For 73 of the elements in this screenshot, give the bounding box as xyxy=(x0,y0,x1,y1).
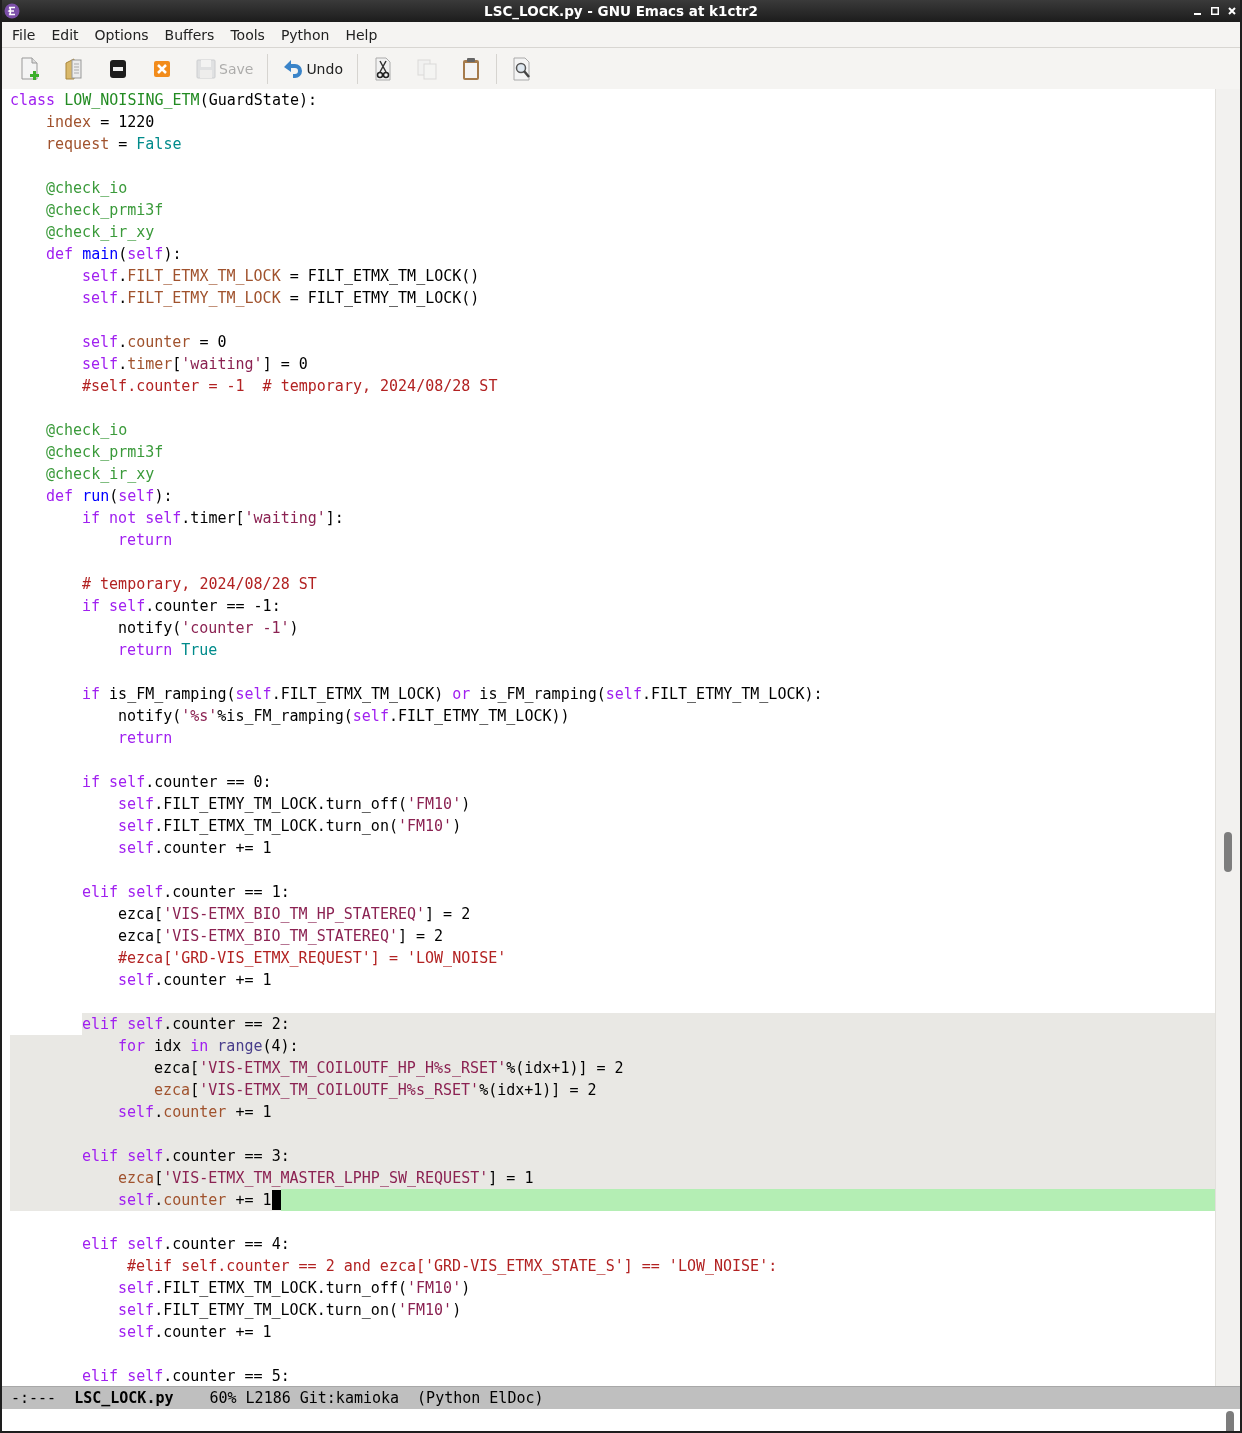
close-button[interactable] xyxy=(1228,7,1236,15)
code-line: if is_FM_ramping(self.FILT_ETMX_TM_LOCK) or is_FM_ramping(self.FILT_ETMY_TM_LOCK): xyxy=(82,684,823,705)
git-branch: Git:kamioka xyxy=(299,1389,400,1407)
code-line: # temporary, 2024/08/28 ST xyxy=(82,574,317,595)
window-title: LSC_LOCK.py - GNU Emacs at k1ctr2 xyxy=(484,3,758,19)
code-line: elif self.counter == 3: xyxy=(82,1146,290,1167)
code-line: ezca['VIS-ETMX_TM_COILOUTF_HP_H%s_RSET'%(idx+1)] = 2 xyxy=(154,1058,624,1079)
code-line: for idx in range(4): xyxy=(118,1036,299,1057)
code-line: @check_prmi3f xyxy=(46,200,164,221)
code-line: def run(self): xyxy=(46,486,173,507)
code-line: return xyxy=(118,530,173,551)
code-line: notify('%s'%is_FM_ramping(self.FILT_ETMY_TM_LOCK)) xyxy=(118,706,570,727)
code-line: elif self.counter == 2: xyxy=(82,1014,290,1035)
code-line: if not self.timer['waiting']: xyxy=(82,508,344,529)
scrollbar[interactable] xyxy=(1215,89,1240,1386)
code-line: @check_ir_xy xyxy=(46,464,155,485)
line-number: L2186 xyxy=(245,1389,291,1407)
menu-item[interactable]: Tools xyxy=(222,26,273,43)
code-line: ezca['VIS-ETMX_BIO_TM_STATEREQ'] = 2 xyxy=(118,926,444,947)
maximize-button[interactable] xyxy=(1211,7,1219,15)
code-line: self.timer['waiting'] = 0 xyxy=(82,354,308,375)
code-line: elif self.counter == 4: xyxy=(82,1234,290,1255)
menu-item[interactable]: Python xyxy=(272,26,338,43)
menu-item[interactable]: Options xyxy=(86,26,157,43)
emacs-logo-icon xyxy=(4,3,20,19)
scrollbar-thumb[interactable] xyxy=(1224,832,1232,872)
code-line: return xyxy=(118,728,173,749)
code-line: @check_io xyxy=(46,178,128,199)
code-line: @check_ir_xy xyxy=(46,222,155,243)
code-line: self.FILT_ETMX_TM_LOCK = FILT_ETMX_TM_LOCK() xyxy=(82,266,480,287)
code-line: #elif self.counter == 2 and ezca['GRD-VIS_ETMX_STATE_S'] == 'LOW_NOISE': xyxy=(127,1256,778,1277)
code-line: self.FILT_ETMY_TM_LOCK.turn_on('FM10') xyxy=(118,1300,462,1321)
code-line: self.counter += 1 xyxy=(118,1322,272,1343)
buffer-status: -:--- xyxy=(11,1389,57,1407)
code-line: self.FILT_ETMY_TM_LOCK = FILT_ETMY_TM_LOCK() xyxy=(82,288,480,309)
code-line: self.FILT_ETMY_TM_LOCK.turn_off('FM10') xyxy=(118,794,471,815)
code-line: ezca['VIS-ETMX_TM_COILOUTF_H%s_RSET'%(idx+1)] = 2 xyxy=(154,1080,597,1101)
code-line: self.FILT_ETMX_TM_LOCK.turn_on('FM10') xyxy=(118,816,462,837)
scroll-position: 60% xyxy=(209,1389,237,1407)
major-mode: (Python ElDoc) xyxy=(417,1389,544,1407)
code-line: ezca['VIS-ETMX_TM_MASTER_LPHP_SW_REQUEST'] = 1 xyxy=(118,1168,534,1189)
menu-item[interactable]: Help xyxy=(337,26,386,43)
search-icon xyxy=(510,56,533,81)
code-line: return True xyxy=(118,640,218,661)
save-icon xyxy=(195,56,217,81)
menu-item[interactable]: Edit xyxy=(43,26,87,43)
code-line: index = 1220 xyxy=(46,112,155,133)
code-line: @check_prmi3f xyxy=(46,442,164,463)
code-line: self.counter += 1 xyxy=(118,1190,272,1211)
code-line: elif self.counter == 1: xyxy=(82,882,290,903)
toolbar-button[interactable]: Undo xyxy=(271,51,354,86)
menu-item[interactable]: Buffers xyxy=(156,26,223,43)
code-line: self.counter += 1 xyxy=(118,970,272,991)
new-file-icon xyxy=(19,56,41,81)
code-line: @check_io xyxy=(46,420,128,441)
folder-icon xyxy=(63,56,85,81)
code-line: #ezca['GRD-VIS_ETMX_REQUEST'] = 'LOW_NOISE' xyxy=(118,948,507,969)
code-line: if self.counter == 0: xyxy=(82,772,272,793)
scrollbar[interactable] xyxy=(1226,1411,1234,1431)
code-line: notify('counter -1') xyxy=(118,618,299,639)
code-line: request = False xyxy=(46,134,182,155)
code-line: #self.counter = -1 # temporary, 2024/08/28 ST xyxy=(82,376,498,397)
code-line: elif self.counter == 5: xyxy=(82,1366,290,1386)
code-line: def main(self): xyxy=(46,244,182,265)
code-line: self.counter += 1 xyxy=(118,838,272,859)
buffer-name: LSC_LOCK.py xyxy=(74,1389,174,1407)
code-line: self.FILT_ETMX_TM_LOCK.turn_off('FM10') xyxy=(118,1278,471,1299)
code-line: self.counter = 0 xyxy=(82,332,227,353)
code-line: ezca['VIS-ETMX_BIO_TM_HP_STATEREQ'] = 2 xyxy=(118,904,471,925)
menu-item[interactable]: File xyxy=(4,26,44,43)
code-line: self.counter += 1 xyxy=(118,1102,272,1123)
code-line: class LOW_NOISING_ETM(GuardState): xyxy=(10,90,318,111)
code-line: if self.counter == -1: xyxy=(82,596,281,617)
